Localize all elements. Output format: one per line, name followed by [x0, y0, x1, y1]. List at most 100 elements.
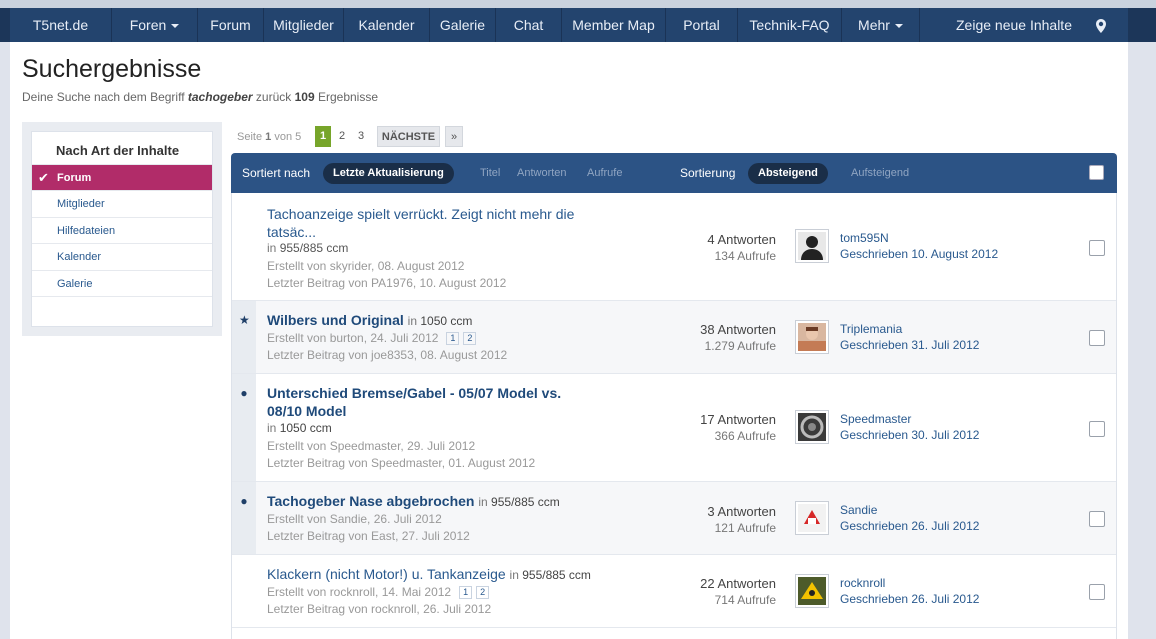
topic-title-link[interactable]: Tachoanzeige spielt verrückt. Zeigt nich…: [267, 205, 597, 241]
filter-item-hilfedateien[interactable]: Hilfedateien: [32, 217, 212, 243]
filter-item-galerie[interactable]: Galerie: [32, 270, 212, 296]
filter-item-label: Kalender: [57, 251, 102, 263]
status-strip: [232, 482, 256, 554]
topic-created: Erstellt von skyrider, 08. August 2012: [267, 259, 465, 273]
topic-last-post: Letzter Beitrag von joe8353, 08. August …: [267, 348, 508, 362]
topic-page-2[interactable]: 2: [476, 586, 490, 600]
topic-title-link[interactable]: Klackern (nicht Motor!) u. Tankanzeige i…: [267, 565, 591, 584]
page-button-2[interactable]: 2: [336, 126, 348, 147]
sort-by-label: Sortiert nach: [242, 166, 311, 180]
select-checkbox[interactable]: [1089, 421, 1105, 437]
author-link[interactable]: rocknroll: [840, 576, 885, 590]
nav-item-member-map[interactable]: Member Map: [562, 8, 666, 42]
select-checkbox[interactable]: [1089, 584, 1105, 600]
avatar[interactable]: [795, 501, 829, 535]
map-marker-icon[interactable]: [1084, 8, 1118, 42]
nav-item-mehr[interactable]: Mehr: [842, 8, 920, 42]
avatar[interactable]: [795, 229, 829, 263]
forum-link[interactable]: 1050 ccm: [420, 314, 472, 328]
result-row: Klackern (nicht Motor!) u. Tankanzeige i…: [232, 555, 1116, 628]
filter-item-mitglieder[interactable]: Mitglieder: [32, 190, 212, 216]
author-link[interactable]: Speedmaster: [840, 412, 911, 426]
forum-link[interactable]: 955/885 ccm: [522, 568, 591, 582]
nav-item-chat[interactable]: Chat: [496, 8, 562, 42]
topic-forum: in 955/885 ccm: [267, 241, 348, 255]
topic-last-post: Letzter Beitrag von Speedmaster, 01. Aug…: [267, 456, 536, 470]
filter-item-label: Hilfedateien: [57, 225, 116, 237]
avatar[interactable]: [795, 410, 829, 444]
nav-item-mitglieder[interactable]: Mitglieder: [264, 8, 344, 42]
nav-item-label: T5net.de: [32, 17, 89, 33]
next-page-button[interactable]: NÄCHSTE: [377, 126, 440, 147]
main-content: Suchergebnisse Deine Suche nach dem Begr…: [10, 42, 1128, 639]
forum-link[interactable]: 955/885 ccm: [491, 495, 560, 509]
page-info-prefix: Seite: [237, 131, 263, 143]
topic-forum: in 1050 ccm: [408, 314, 473, 328]
nav-item-kalender[interactable]: Kalender: [344, 8, 430, 42]
topic-last-post: Letzter Beitrag von East, 27. Juli 2012: [267, 529, 470, 543]
view-count: 134 Aufrufe: [714, 249, 776, 263]
nav-item-forum[interactable]: Forum: [198, 8, 264, 42]
sort-ascending[interactable]: Aufsteigend: [851, 153, 909, 193]
forum-prefix: in: [267, 241, 277, 255]
result-row: ● Unterschied Bremse/Gabel - 05/07 Model…: [232, 374, 1116, 482]
author-link[interactable]: Triplemania: [840, 322, 902, 336]
topic-page-1[interactable]: 1: [459, 586, 473, 600]
nav-item-t5net[interactable]: T5net.de: [10, 8, 112, 42]
sort-by-last-update[interactable]: Letzte Aktualisierung: [323, 163, 454, 184]
sort-by-views[interactable]: Aufrufe: [587, 153, 622, 193]
filter-item-kalender[interactable]: Kalender: [32, 243, 212, 269]
post-date: Geschrieben 10. August 2012: [840, 247, 999, 261]
results-list: Tachoanzeige spielt verrückt. Zeigt nich…: [231, 193, 1117, 639]
topic-title-link[interactable]: Wilbers und Original in 1050 ccm: [267, 311, 472, 330]
avatar[interactable]: [795, 574, 829, 608]
select-checkbox[interactable]: [1089, 511, 1105, 527]
select-checkbox[interactable]: [1089, 240, 1105, 256]
topic-page-1[interactable]: 1: [446, 332, 460, 346]
nav-item-label: Kalender: [358, 17, 415, 33]
content-type-filter: Nach Art der Inhalte ✔ Forum Mitglieder H…: [22, 122, 222, 336]
sort-descending[interactable]: Absteigend: [748, 163, 828, 184]
topic-title-link[interactable]: Unterschied Bremse/Gabel - 05/07 Model v…: [267, 384, 597, 420]
unread-dot-icon: ●: [240, 494, 248, 508]
top-navigation: T5net.de Foren Forum Mitglieder Kalender…: [0, 0, 1156, 42]
forum-link[interactable]: 955/885 ccm: [280, 241, 349, 255]
select-checkbox[interactable]: [1089, 330, 1105, 346]
filter-item-forum[interactable]: ✔ Forum: [32, 164, 212, 190]
search-summary-suffix: Ergebnisse: [317, 90, 379, 104]
nav-item-technik-faq[interactable]: Technik-FAQ: [738, 8, 842, 42]
user-photo-icon: [798, 413, 826, 441]
show-new-content-label: Zeige neue Inhalte: [956, 17, 1072, 33]
page-button-1[interactable]: 1: [315, 126, 331, 147]
select-all-checkbox[interactable]: [1089, 165, 1104, 180]
sort-by-title[interactable]: Titel: [480, 153, 500, 193]
nav-item-label: Mitglieder: [273, 17, 334, 33]
page-button-3[interactable]: 3: [355, 126, 367, 147]
author-link[interactable]: tom595N: [840, 231, 889, 245]
caret-down-icon: [894, 24, 903, 29]
user-photo-icon: [798, 504, 826, 532]
forum-link[interactable]: 1050 ccm: [280, 421, 332, 435]
nav-item-foren[interactable]: Foren: [112, 8, 198, 42]
nav-item-label: Mehr: [858, 17, 890, 33]
topic-title-text: Tachogeber Nase abgebrochen: [267, 493, 475, 509]
sort-order-label: Sortierung: [680, 166, 736, 180]
topic-title-link[interactable]: Tachogeber Nase abgebrochen in 955/885 c…: [267, 492, 560, 511]
last-page-button[interactable]: »: [445, 126, 463, 147]
sort-by-answers[interactable]: Antworten: [517, 153, 567, 193]
author-link[interactable]: Sandie: [840, 503, 877, 517]
topic-created: Erstellt von Speedmaster, 29. Juli 2012: [267, 439, 476, 453]
topic-forum: in 1050 ccm: [267, 421, 332, 435]
forum-prefix: in: [478, 495, 488, 509]
nav-item-label: Technik-FAQ: [749, 17, 830, 33]
avatar[interactable]: [795, 320, 829, 354]
default-avatar-icon: [798, 232, 826, 260]
search-summary-prefix: Deine Suche nach dem Begriff: [22, 90, 185, 104]
nav-item-portal[interactable]: Portal: [666, 8, 738, 42]
filter-title: Nach Art der Inhalte: [56, 143, 180, 158]
nav-item-label: Chat: [513, 17, 544, 33]
topic-forum: in 955/885 ccm: [510, 568, 591, 582]
show-new-content-link[interactable]: Zeige neue Inhalte: [950, 8, 1078, 42]
nav-item-galerie[interactable]: Galerie: [430, 8, 496, 42]
topic-page-2[interactable]: 2: [463, 332, 477, 346]
